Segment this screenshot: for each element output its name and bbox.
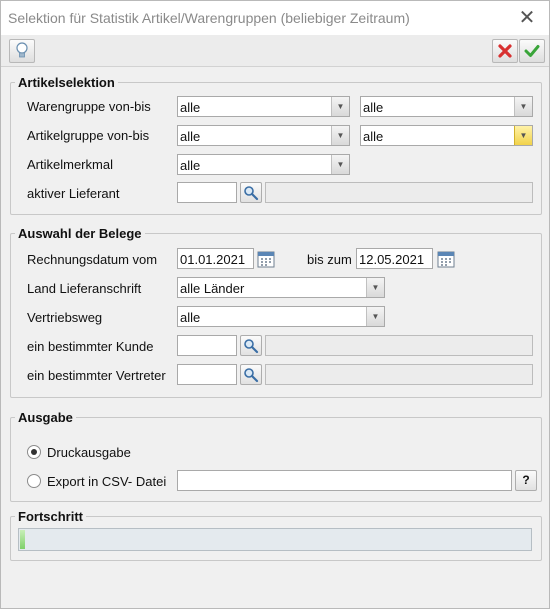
artikelselektion-legend: Artikelselektion bbox=[18, 75, 115, 90]
magnifier-icon bbox=[244, 186, 259, 201]
vertreter-name-field bbox=[265, 364, 533, 385]
chevron-down-icon[interactable]: ▼ bbox=[514, 126, 532, 145]
warengruppe-label: Warengruppe von-bis bbox=[27, 99, 151, 114]
csv-export-label[interactable]: Export in CSV- Datei bbox=[47, 474, 166, 489]
calendar-icon[interactable] bbox=[437, 250, 455, 268]
lightbulb-icon bbox=[16, 42, 28, 58]
ausgabe-legend: Ausgabe bbox=[18, 410, 73, 425]
ok-button[interactable] bbox=[519, 39, 545, 63]
warengruppe-bis-select[interactable]: alle ▼ bbox=[360, 96, 533, 117]
warengruppe-von-select[interactable]: alle ▼ bbox=[177, 96, 350, 117]
progress-bar bbox=[18, 528, 532, 551]
lieferant-label: aktiver Lieferant bbox=[27, 186, 120, 201]
chevron-down-icon[interactable]: ▼ bbox=[366, 278, 384, 297]
vertreter-input[interactable] bbox=[177, 364, 237, 385]
chevron-down-icon[interactable]: ▼ bbox=[514, 97, 532, 116]
calendar-icon[interactable] bbox=[257, 250, 275, 268]
title-bar: Selektion für Statistik Artikel/Warengru… bbox=[1, 1, 549, 35]
hint-button[interactable] bbox=[9, 39, 35, 63]
land-label: Land Lieferanschrift bbox=[27, 281, 142, 296]
kunde-name-field bbox=[265, 335, 533, 356]
vertreter-label: ein bestimmter Vertreter bbox=[27, 368, 166, 383]
red-x-icon bbox=[498, 44, 512, 58]
chevron-down-icon[interactable]: ▼ bbox=[331, 126, 349, 145]
lieferant-input[interactable] bbox=[177, 182, 237, 203]
fortschritt-legend: Fortschritt bbox=[18, 509, 83, 524]
belege-legend: Auswahl der Belege bbox=[18, 226, 142, 241]
artikelgruppe-von-select[interactable]: alle ▼ bbox=[177, 125, 350, 146]
chevron-down-icon[interactable]: ▼ bbox=[331, 97, 349, 116]
csv-export-radio[interactable] bbox=[27, 474, 41, 488]
csv-path-input[interactable] bbox=[177, 470, 512, 491]
druckausgabe-radio[interactable] bbox=[27, 445, 41, 459]
rechnungsdatum-label: Rechnungsdatum vom bbox=[27, 252, 158, 267]
bis-zum-label: bis zum bbox=[307, 252, 352, 267]
close-icon[interactable]: ✕ bbox=[516, 7, 538, 29]
green-check-icon bbox=[524, 45, 540, 57]
vertreter-search-button[interactable] bbox=[240, 364, 262, 385]
toolbar bbox=[1, 35, 549, 67]
dialog-window: Selektion für Statistik Artikel/Warengru… bbox=[0, 0, 550, 609]
kunde-input[interactable] bbox=[177, 335, 237, 356]
lieferant-search-button[interactable] bbox=[240, 182, 262, 203]
artikelgruppe-label: Artikelgruppe von-bis bbox=[27, 128, 150, 143]
land-select[interactable]: alle Länder ▼ bbox=[177, 277, 385, 298]
progress-fill bbox=[20, 530, 25, 549]
window-title: Selektion für Statistik Artikel/Warengru… bbox=[8, 10, 410, 26]
artikelmerkmal-label: Artikelmerkmal bbox=[27, 157, 113, 172]
chevron-down-icon[interactable]: ▼ bbox=[366, 307, 384, 326]
magnifier-icon bbox=[244, 368, 259, 383]
cancel-button[interactable] bbox=[492, 39, 518, 63]
druckausgabe-label[interactable]: Druckausgabe bbox=[47, 445, 131, 460]
kunde-search-button[interactable] bbox=[240, 335, 262, 356]
vertriebsweg-label: Vertriebsweg bbox=[27, 310, 103, 325]
vertriebsweg-select[interactable]: alle ▼ bbox=[177, 306, 385, 327]
kunde-label: ein bestimmter Kunde bbox=[27, 339, 154, 354]
chevron-down-icon[interactable]: ▼ bbox=[331, 155, 349, 174]
rechnungsdatum-von-input[interactable]: 01.01.2021 bbox=[177, 248, 254, 269]
magnifier-icon bbox=[244, 339, 259, 354]
artikelmerkmal-select[interactable]: alle ▼ bbox=[177, 154, 350, 175]
lieferant-name-field bbox=[265, 182, 533, 203]
rechnungsdatum-bis-input[interactable]: 12.05.2021 bbox=[356, 248, 433, 269]
csv-help-button[interactable]: ? bbox=[515, 470, 537, 491]
radio-dot-icon bbox=[31, 449, 37, 455]
artikelgruppe-bis-select[interactable]: alle ▼ bbox=[360, 125, 533, 146]
